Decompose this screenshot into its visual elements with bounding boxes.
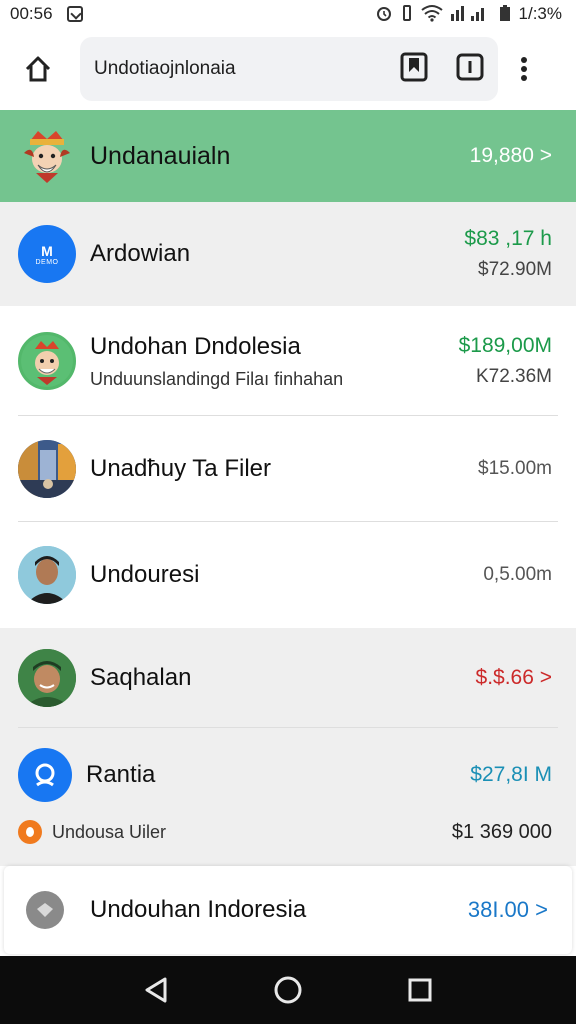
url-text[interactable]: Undotiaojnlonaia xyxy=(94,58,400,80)
battery-icon xyxy=(499,4,511,25)
list-item[interactable]: Undohan Dndolesia Unduunslandingd Filaı … xyxy=(0,306,576,416)
item-name: Ardowian xyxy=(90,240,191,267)
item-subtitle: Unduunslandingd Filaı finhahan xyxy=(90,368,344,389)
user-icon xyxy=(18,748,72,802)
item-name: Rantia xyxy=(86,761,156,788)
home-circle-icon[interactable] xyxy=(264,966,312,1014)
list-item[interactable]: Undouresi 0,5.00m xyxy=(0,522,576,628)
list-item[interactable]: Unadħuy Ta Filer $15.00m xyxy=(0,416,576,522)
battery-percent: 1/:3% xyxy=(518,4,562,23)
photo-avatar xyxy=(18,440,76,498)
bookmark-icon[interactable] xyxy=(400,52,428,87)
address-bar[interactable]: Undotiaojnlonaia xyxy=(80,37,498,101)
item-value-primary: 0,5.00m xyxy=(483,564,552,585)
item-value-secondary: K72.36M xyxy=(475,366,552,387)
featured-value: 19,880 > xyxy=(469,144,552,167)
list-item[interactable]: M DEMO Ardowian $83 ,17 h $72.90M xyxy=(0,202,576,306)
item-value-primary: $83 ,17 h xyxy=(464,227,552,250)
person-avatar xyxy=(18,649,76,707)
list-item[interactable]: Rantia $27,8I M Undousa Uiler $1 369 000 xyxy=(0,728,576,866)
status-bar: 00:56 1/:3% xyxy=(0,0,576,28)
item-list: Undanauialn 19,880 > M DEMO Ardowian $83… xyxy=(0,110,576,866)
item-value-secondary: $72.90M xyxy=(478,259,552,280)
mascot-avatar xyxy=(18,127,76,185)
item-subtitle: Undousa Uiler xyxy=(52,821,167,842)
item-value-secondary: $1 369 000 xyxy=(451,820,552,843)
tabs-icon[interactable] xyxy=(456,53,484,86)
shield-icon xyxy=(26,891,64,929)
bottom-card[interactable]: Undouhan Indoresia 38I.00 > xyxy=(4,866,572,954)
browser-toolbar: Undotiaojnlonaia xyxy=(0,28,576,110)
card-value: 38I.00 > xyxy=(467,897,548,922)
featured-name: Undanauialn xyxy=(90,141,231,170)
system-nav-bar xyxy=(0,956,576,1024)
back-icon[interactable] xyxy=(132,966,180,1014)
card-title: Undouhan Indoresia xyxy=(90,896,307,923)
signal-icon xyxy=(450,4,491,25)
item-value-primary: $15.00m xyxy=(478,458,552,479)
featured-row[interactable]: Undanauialn 19,880 > xyxy=(0,110,576,202)
home-icon[interactable] xyxy=(12,43,64,95)
brand-logo-avatar: M DEMO xyxy=(18,225,76,283)
list-item[interactable]: Saqhalan $.$.66 > xyxy=(0,628,576,728)
more-vert-icon[interactable] xyxy=(504,43,544,95)
recents-icon[interactable] xyxy=(396,966,444,1014)
item-name: Undohan Dndolesia xyxy=(90,332,301,360)
item-name: Unadħuy Ta Filer xyxy=(90,455,271,482)
item-value-primary: $27,8I M xyxy=(470,763,552,786)
item-name: Saqhalan xyxy=(90,664,192,691)
mascot-avatar xyxy=(18,332,76,390)
person-avatar xyxy=(18,546,76,604)
item-value-primary: $189,00M xyxy=(458,334,552,357)
item-name: Undouresi xyxy=(90,561,200,588)
wifi-icon xyxy=(420,4,443,25)
item-value-primary: $.$.66 > xyxy=(475,666,552,689)
coin-icon xyxy=(18,820,42,844)
status-time: 00:56 xyxy=(10,4,53,23)
alarm-icon xyxy=(375,4,393,25)
vibrate-icon xyxy=(401,4,413,25)
notification-icon xyxy=(66,6,83,22)
